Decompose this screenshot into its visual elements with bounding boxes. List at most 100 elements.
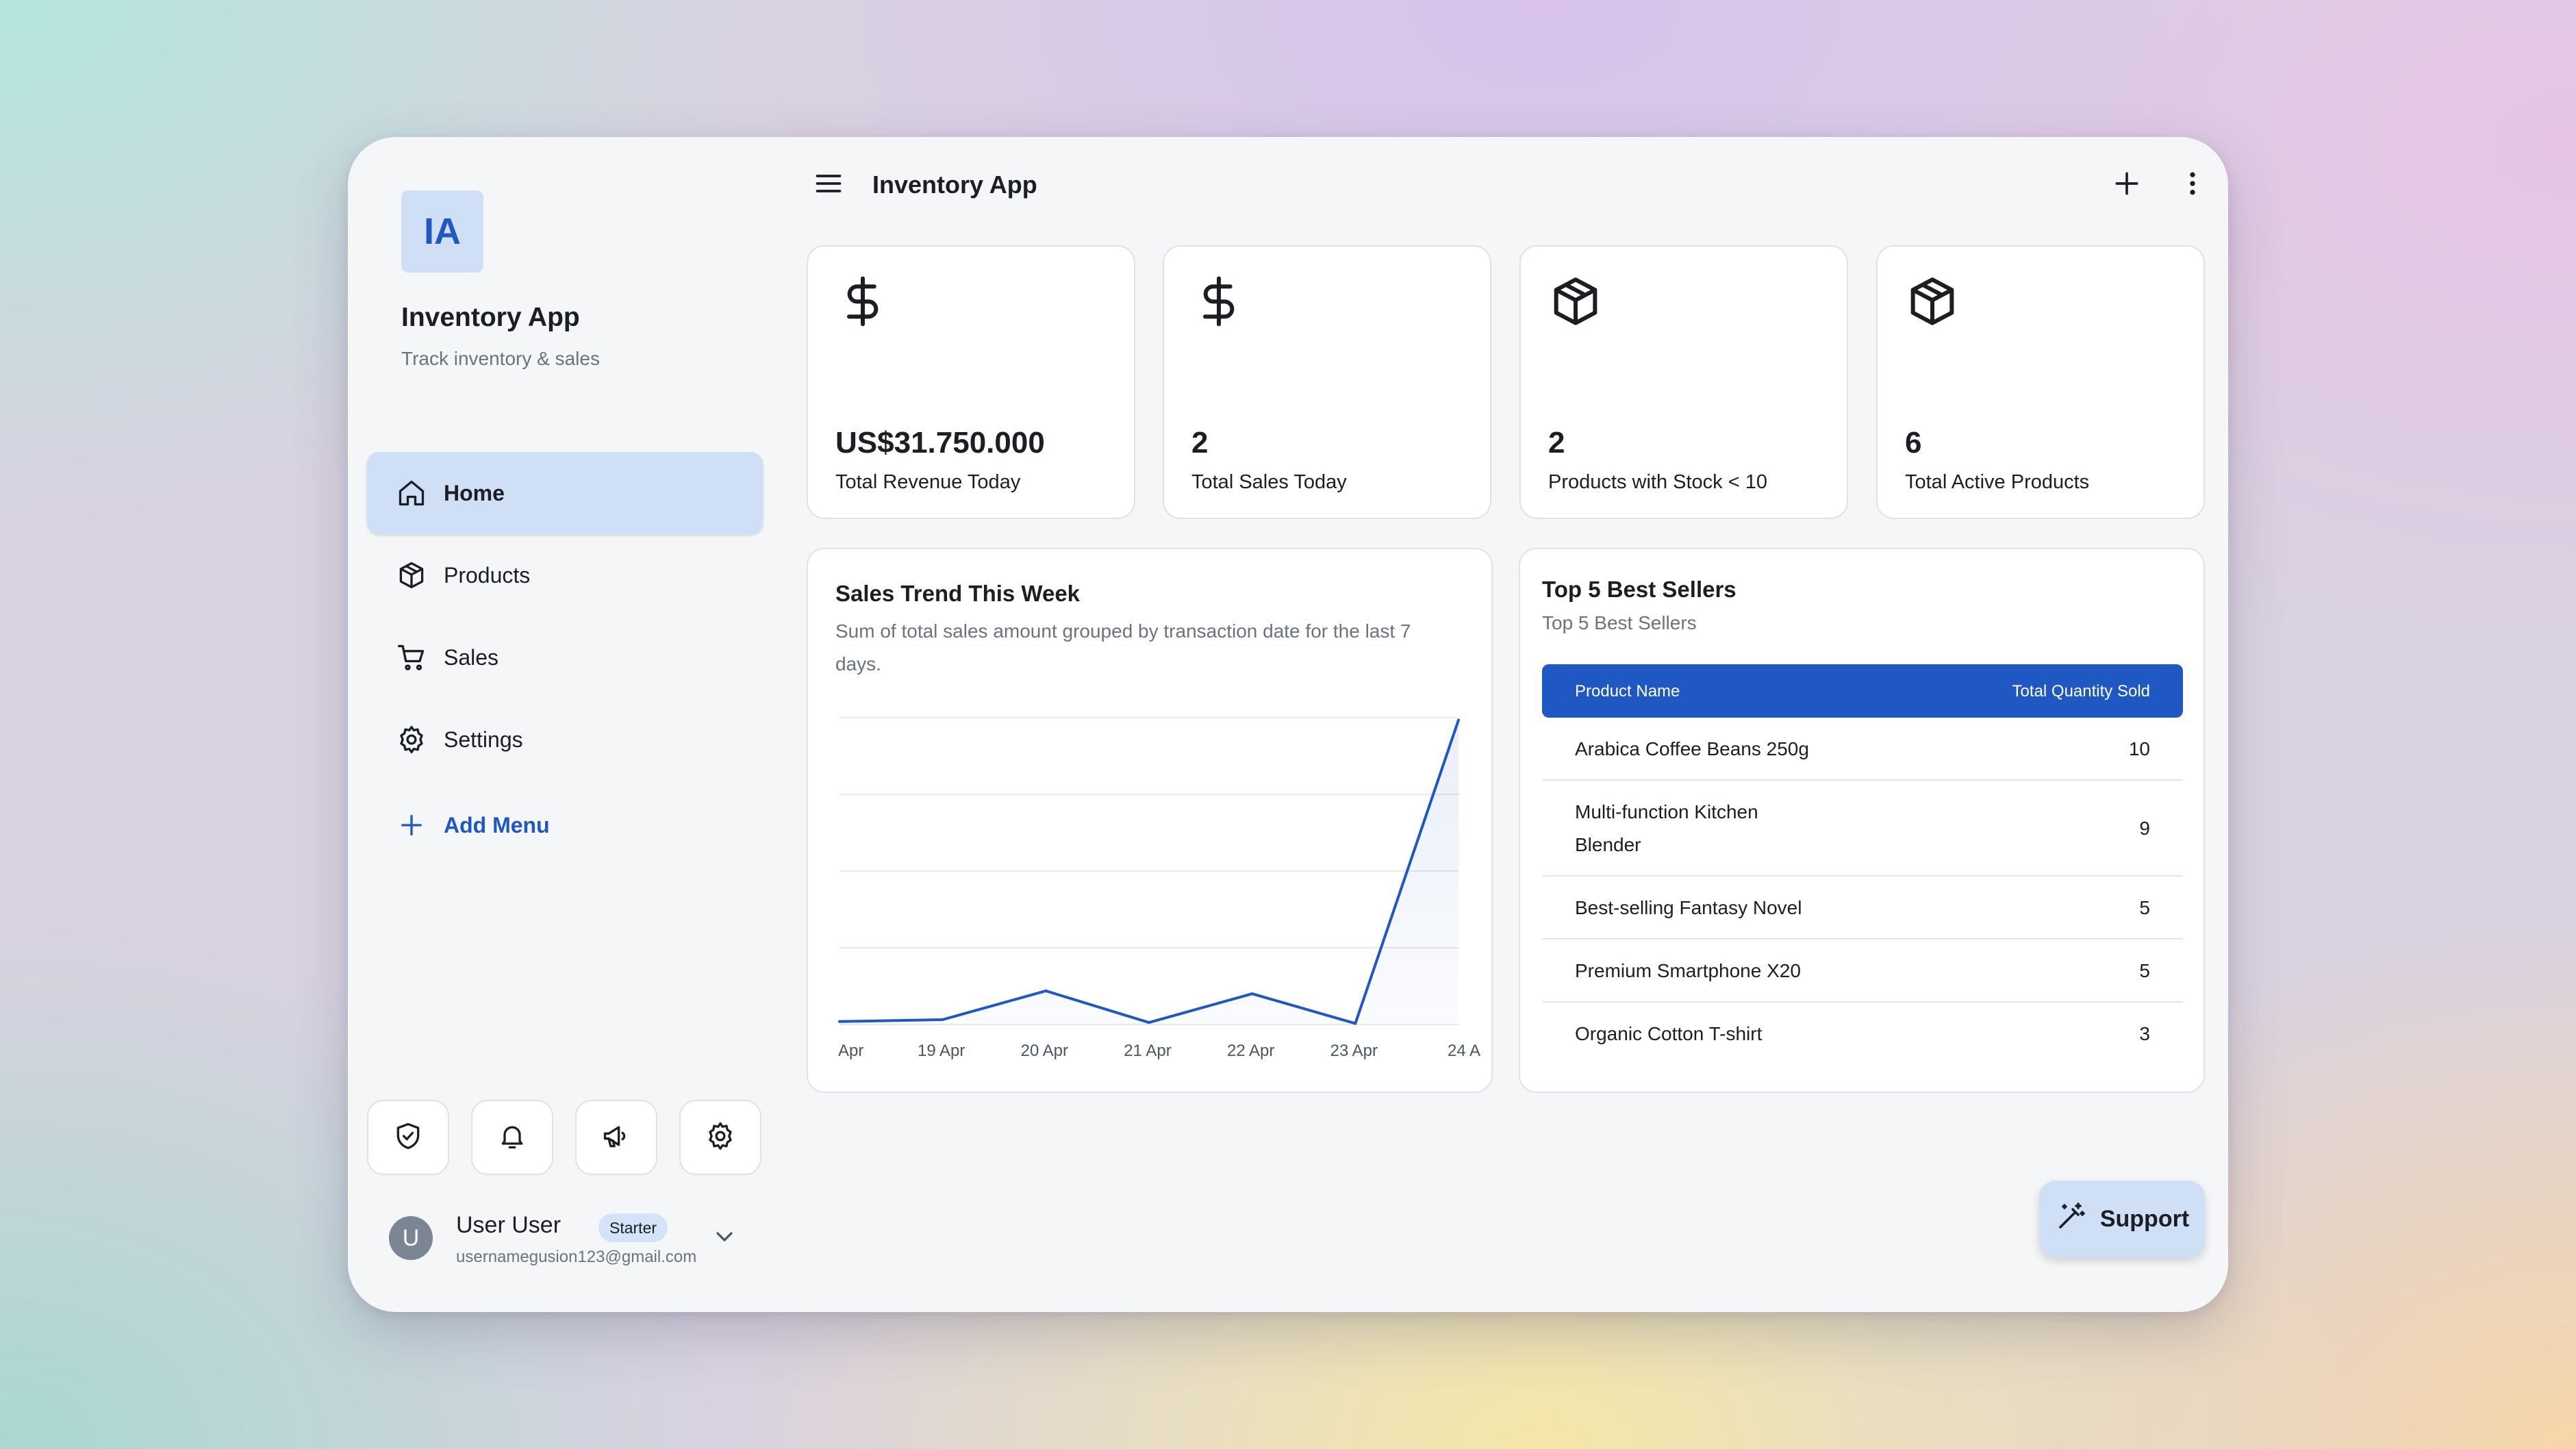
app-tagline: Track inventory & sales: [401, 348, 600, 369]
more-options-button[interactable]: [2171, 163, 2214, 207]
sidebar-item-products[interactable]: Products: [367, 534, 763, 616]
add-button[interactable]: [2105, 163, 2149, 207]
gear-icon: [705, 1121, 735, 1155]
product-name: Arabica Coffee Beans 250g: [1575, 738, 1809, 759]
x-tick-label: 19 Apr: [918, 1042, 965, 1060]
user-name: User User: [456, 1212, 561, 1238]
add-menu-label: Add Menu: [444, 812, 550, 837]
add-menu-button[interactable]: Add Menu: [367, 781, 763, 870]
cart-icon: [396, 642, 427, 673]
plus-icon: [396, 809, 427, 841]
plan-badge: Starter: [598, 1213, 668, 1242]
support-label: Support: [2099, 1205, 2190, 1232]
table-row[interactable]: Best-selling Fantasy Novel 5: [1542, 877, 2183, 940]
sidebar-item-home[interactable]: Home: [367, 452, 763, 534]
sidebar-item-sales[interactable]: Sales: [367, 616, 763, 698]
data-point: [838, 1020, 841, 1023]
sidebar: IA Inventory App Track inventory & sales…: [348, 137, 779, 1312]
column-header-product[interactable]: Product Name: [1575, 682, 1680, 701]
menu-toggle-button[interactable]: [808, 164, 849, 205]
dollar-icon: [1191, 274, 1246, 329]
stat-value: 2: [1191, 426, 1209, 459]
data-point: [1354, 1022, 1357, 1025]
x-tick-label: 22 Apr: [1227, 1042, 1274, 1060]
sidebar-item-label: Products: [444, 562, 531, 588]
x-tick-label: 20 Apr: [1021, 1042, 1068, 1060]
data-point: [941, 1018, 944, 1021]
bell-icon: [497, 1121, 527, 1155]
quick-actions: [367, 1100, 761, 1175]
x-tick-label: 21 Apr: [1124, 1042, 1171, 1060]
stat-card-revenue: US$31.750.000 Total Revenue Today: [807, 245, 1135, 519]
quantity-sold: 5: [2139, 960, 2150, 981]
box-icon: [1548, 274, 1603, 329]
quantity-sold: 9: [2139, 818, 2150, 839]
security-button[interactable]: [367, 1100, 449, 1175]
x-tick-label: Apr: [838, 1042, 863, 1060]
notifications-button[interactable]: [471, 1100, 553, 1175]
quantity-sold: 5: [2139, 897, 2150, 918]
stat-card-active-products: 6 Total Active Products: [1876, 245, 2205, 519]
dollar-icon: [835, 274, 890, 329]
plus-icon: [2112, 168, 2142, 202]
stat-card-sales: 2 Total Sales Today: [1163, 245, 1491, 519]
sidebar-item-label: Settings: [444, 727, 523, 752]
gear-icon: [396, 724, 427, 755]
support-button[interactable]: Support: [2039, 1181, 2205, 1257]
series-line: [839, 719, 1460, 1025]
stat-label: Total Revenue Today: [835, 471, 1021, 493]
stat-value: 2: [1548, 426, 1565, 459]
box-icon: [396, 559, 427, 591]
table-title: Top 5 Best Sellers: [1542, 577, 1737, 602]
stat-card-low-stock: 2 Products with Stock < 10: [1519, 245, 1848, 519]
best-sellers-card: Top 5 Best Sellers Top 5 Best Sellers Pr…: [1519, 548, 2205, 1093]
more-vertical-icon: [2177, 168, 2208, 202]
table-subtitle: Top 5 Best Sellers: [1542, 612, 1697, 633]
user-email: usernamegusion123@gmail.com: [456, 1248, 697, 1266]
stat-value: US$31.750.000: [835, 426, 1045, 459]
sidebar-item-settings[interactable]: Settings: [367, 698, 763, 781]
sidebar-nav: Home Products Sales Settings Add Menu: [367, 452, 763, 870]
app-name: Inventory App: [401, 303, 580, 332]
user-profile[interactable]: U User User Starter usernamegusion123@gm…: [389, 1205, 759, 1281]
data-point: [1148, 1021, 1150, 1024]
product-name: Premium Smartphone X20: [1575, 960, 1801, 981]
settings-button[interactable]: [679, 1100, 761, 1175]
table-header: Product Name Total Quantity Sold: [1542, 664, 2183, 718]
column-header-quantity[interactable]: Total Quantity Sold: [2012, 682, 2150, 701]
stat-label: Total Active Products: [1905, 471, 2090, 493]
product-name: Organic Cotton T-shirt: [1575, 1023, 1763, 1044]
shield-check-icon: [393, 1121, 423, 1155]
app-window: IA Inventory App Track inventory & sales…: [348, 137, 2228, 1312]
x-tick-label: 24 A: [1448, 1042, 1480, 1060]
data-point: [1044, 990, 1048, 992]
box-icon: [1905, 274, 1960, 329]
stat-label: Total Sales Today: [1191, 471, 1347, 493]
home-icon: [396, 477, 427, 509]
table-row[interactable]: Arabica Coffee Beans 250g 10: [1542, 718, 2183, 781]
data-point: [1457, 718, 1460, 722]
data-point: [1250, 992, 1254, 996]
table-row[interactable]: Premium Smartphone X20 5: [1542, 940, 2183, 1003]
product-name: Multi-function Kitchen Blender: [1575, 801, 1758, 855]
table-row[interactable]: Multi-function Kitchen Blender 9: [1542, 781, 2183, 877]
announcements-button[interactable]: [575, 1100, 657, 1175]
hamburger-icon: [813, 168, 844, 202]
megaphone-icon: [601, 1121, 631, 1155]
sales-trend-chart: Apr 19 Apr 20 Apr 21 Apr 22 Apr 23 Apr 24 A: [838, 717, 1480, 1060]
sidebar-item-label: Home: [444, 480, 505, 505]
sidebar-item-label: Sales: [444, 644, 499, 670]
stat-value: 6: [1905, 426, 1922, 459]
table-row[interactable]: Organic Cotton T-shirt 3: [1542, 1003, 2183, 1066]
sales-trend-card: Sales Trend This Week Sum of total sales…: [807, 548, 1493, 1093]
avatar: U: [389, 1216, 433, 1260]
quantity-sold: 3: [2139, 1023, 2150, 1044]
chevron-down-icon[interactable]: [711, 1223, 738, 1250]
product-name: Best-selling Fantasy Novel: [1575, 897, 1802, 918]
series-area: [839, 720, 1459, 1024]
x-tick-label: 23 Apr: [1330, 1042, 1378, 1060]
app-logo: IA: [401, 190, 483, 273]
quantity-sold: 10: [2128, 738, 2150, 759]
page-title: Inventory App: [872, 171, 1037, 199]
stat-label: Products with Stock < 10: [1548, 471, 1767, 493]
